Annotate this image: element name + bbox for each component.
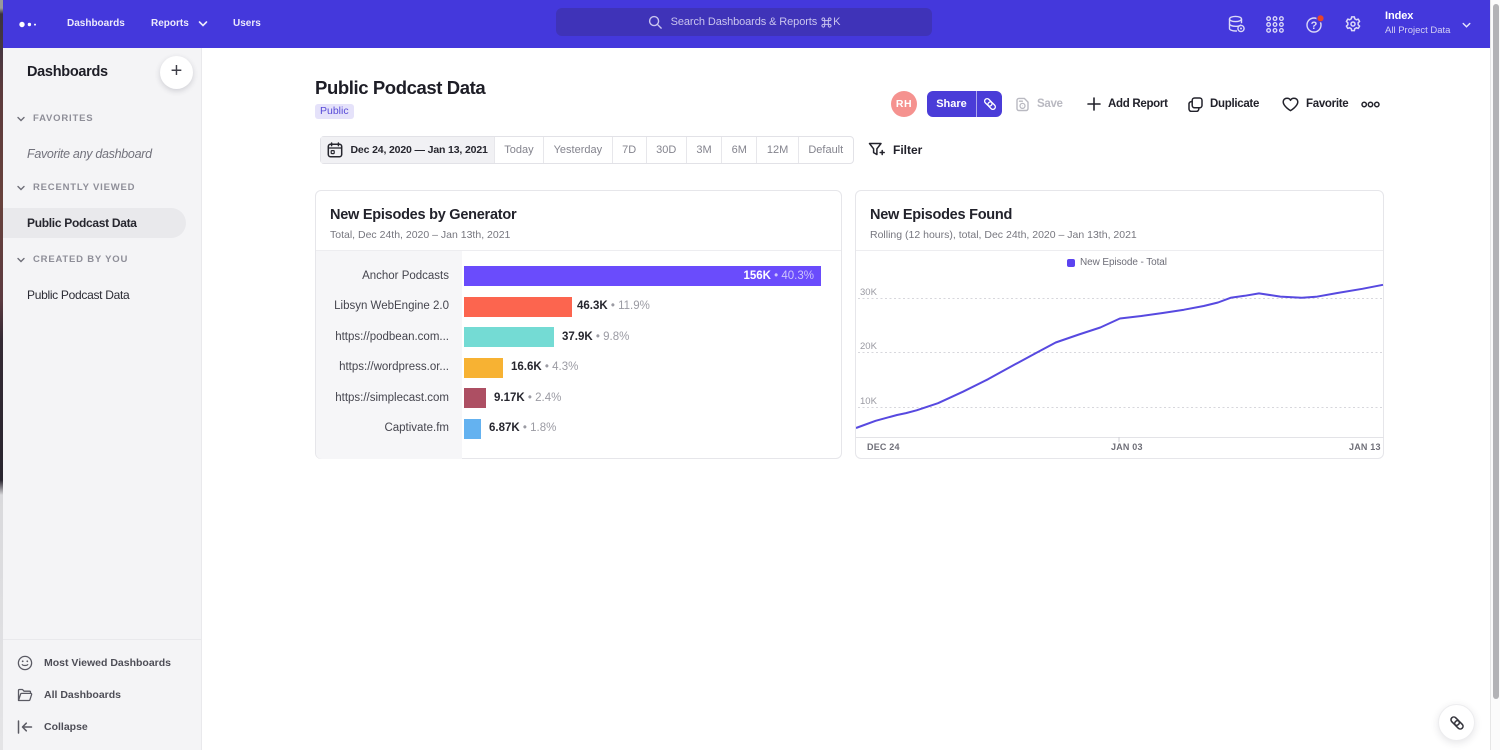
svg-text:?: ? — [1311, 20, 1318, 32]
